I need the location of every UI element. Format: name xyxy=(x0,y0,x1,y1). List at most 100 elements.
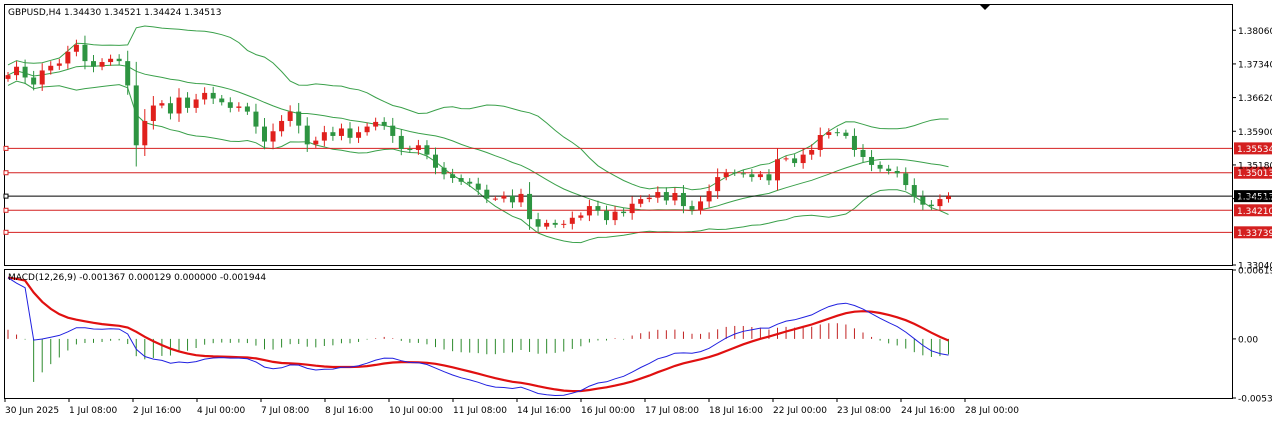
candle-body xyxy=(133,85,139,146)
price-line-tag-label: 1.33739 xyxy=(1237,229,1272,239)
candle-body xyxy=(433,154,438,168)
candle-body xyxy=(501,195,507,199)
price-tick-label: 1.35180 xyxy=(1238,161,1272,171)
candle-body xyxy=(689,206,695,210)
candle-body xyxy=(193,99,199,108)
candle-body xyxy=(450,174,456,179)
macd-signal-line xyxy=(7,276,949,393)
time-tick-label: 10 Jul 00:00 xyxy=(389,406,443,416)
candle-body xyxy=(612,211,618,221)
time-tick-label: 17 Jul 08:00 xyxy=(645,406,699,416)
candle-body xyxy=(467,181,473,184)
candle-body xyxy=(167,103,173,114)
candle-body xyxy=(569,217,575,224)
symbol-header: GBPUSD,H4 1.34430 1.34521 1.34424 1.3451… xyxy=(8,8,221,18)
candle-body xyxy=(834,132,840,134)
macd-tick-label: 0.00619 xyxy=(1238,267,1272,277)
candle-body xyxy=(561,223,567,225)
time-tick-label: 4 Jul 00:00 xyxy=(197,406,246,416)
price-tick-label: 1.37340 xyxy=(1238,60,1272,70)
candle-body xyxy=(757,174,763,178)
candle-body xyxy=(313,140,319,145)
candle-body xyxy=(749,174,755,178)
time-tick-label: 8 Jul 16:00 xyxy=(325,406,374,416)
candle-body xyxy=(800,154,806,164)
candle-body xyxy=(492,198,498,200)
candle-body xyxy=(321,132,327,141)
candle-body xyxy=(732,172,738,174)
price-tick-label: 1.38060 xyxy=(1238,27,1272,37)
price-line-handle xyxy=(3,170,9,176)
candle-body xyxy=(509,195,515,203)
candle-body xyxy=(928,204,934,207)
candle-body xyxy=(31,77,37,85)
candle-body xyxy=(56,63,62,66)
candle-body xyxy=(783,158,789,160)
time-tick-label: 22 Jul 00:00 xyxy=(773,406,827,416)
macd-pane-frame xyxy=(4,269,1233,399)
candle-body xyxy=(638,199,644,204)
candle-body xyxy=(809,149,815,155)
candle-body xyxy=(680,192,686,207)
candle-body xyxy=(946,196,951,200)
time-tick-label: 30 Jun 2025 xyxy=(5,406,59,416)
candle-body xyxy=(672,192,678,201)
candle-body xyxy=(535,219,541,227)
candle-body xyxy=(903,173,909,186)
candle-body xyxy=(296,111,302,126)
time-tick-label: 24 Jul 16:00 xyxy=(901,406,955,416)
candle-body xyxy=(484,189,490,199)
chart-svg: 1.355341.350131.345131.342101.337391.380… xyxy=(3,4,1272,416)
candle-body xyxy=(826,132,832,135)
macd-tick-label: -0.00531 xyxy=(1238,395,1272,405)
candle-body xyxy=(330,132,336,136)
candle-body xyxy=(441,167,447,175)
candle-body xyxy=(775,159,780,181)
candle-body xyxy=(338,128,344,136)
candle-body xyxy=(937,199,943,207)
price-line-tag-label: 1.34210 xyxy=(1237,207,1272,217)
candle-body xyxy=(270,131,276,142)
price-line-handle xyxy=(3,207,9,213)
candle-body xyxy=(356,132,362,138)
candle-body xyxy=(236,106,242,108)
candle-body xyxy=(159,103,165,106)
candle-body xyxy=(920,196,926,205)
candle-body xyxy=(210,92,216,99)
candle-body xyxy=(5,75,11,79)
candle-body xyxy=(253,111,259,127)
candle-body xyxy=(347,128,353,138)
candle-body xyxy=(304,125,310,145)
candle-body xyxy=(886,168,892,172)
chart-shift-marker[interactable] xyxy=(980,5,990,10)
candle-body xyxy=(723,172,729,178)
candle-body xyxy=(894,171,900,174)
candle-body xyxy=(621,211,627,214)
candle-body xyxy=(65,51,71,64)
candle-body xyxy=(698,201,704,210)
candle-body xyxy=(552,222,558,225)
candle-body xyxy=(125,61,131,86)
candle-body xyxy=(911,185,917,197)
candle-body xyxy=(655,192,661,198)
bollinger-upper-band xyxy=(7,25,949,191)
candle-body xyxy=(415,145,421,150)
candle-body xyxy=(860,149,866,157)
candle-body xyxy=(142,120,148,146)
macd-header: MACD(12,26,9) -0.001367 0.000129 0.00000… xyxy=(8,273,266,283)
candle-body xyxy=(877,164,883,169)
candle-body xyxy=(390,125,396,136)
time-tick-label: 23 Jul 08:00 xyxy=(837,406,891,416)
candle-body xyxy=(227,102,233,108)
candle-body xyxy=(527,193,533,220)
candle-body xyxy=(244,106,250,112)
candle-body xyxy=(91,61,96,67)
candle-body xyxy=(817,135,823,150)
time-tick-label: 2 Jul 16:00 xyxy=(133,406,182,416)
candle-body xyxy=(73,44,79,52)
candle-body xyxy=(586,206,592,216)
price-tick-label: 1.36620 xyxy=(1238,94,1272,104)
candle-body xyxy=(740,173,746,175)
macd-main-line xyxy=(7,277,949,397)
candle-body xyxy=(851,135,857,150)
